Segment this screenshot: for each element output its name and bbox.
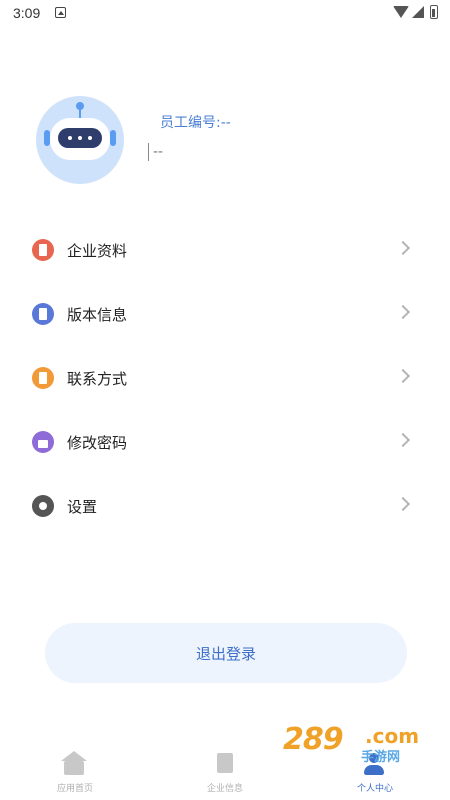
menu-item-label: 版本信息: [67, 306, 128, 324]
menu-item-label: 联系方式: [67, 370, 128, 388]
nav-label: 应用首页: [56, 784, 93, 794]
chevron-right-icon: [395, 240, 411, 256]
watermark-suffix: .com: [365, 724, 420, 748]
menu-item-change-password[interactable]: 修改密码: [0, 410, 450, 474]
nav-item-company[interactable]: 企业信息: [150, 740, 300, 800]
wifi-icon: [393, 6, 409, 18]
chevron-right-icon: [395, 432, 411, 448]
employee-name: --: [148, 143, 163, 161]
menu-item-contact[interactable]: 联系方式: [0, 346, 450, 410]
status-bar: 3:09: [0, 0, 450, 26]
menu-item-version-info[interactable]: 版本信息: [0, 282, 450, 346]
chevron-right-icon: [395, 304, 411, 320]
notification-icon: [55, 7, 66, 18]
status-time: 3:09: [13, 5, 41, 21]
menu-item-label: 设置: [67, 498, 98, 516]
lock-icon: [32, 431, 54, 453]
menu-item-label: 修改密码: [67, 434, 128, 452]
menu-item-settings[interactable]: 设置: [0, 474, 450, 538]
nav-label: 企业信息: [206, 784, 243, 794]
version-icon: [32, 303, 54, 325]
home-icon: [61, 751, 87, 775]
employee-number: 员工编号:--: [160, 115, 231, 131]
settings-icon: [32, 495, 54, 517]
robot-antenna-icon: [76, 102, 84, 110]
chevron-right-icon: [395, 496, 411, 512]
nav-item-home[interactable]: 应用首页: [0, 740, 150, 800]
building-icon: [217, 753, 233, 773]
chevron-right-icon: [395, 368, 411, 384]
watermark-number: 289: [283, 722, 344, 757]
robot-icon: [50, 118, 110, 160]
contact-icon: [32, 367, 54, 389]
company-doc-icon: [32, 239, 54, 261]
menu-item-company-info[interactable]: 企业资料: [0, 218, 450, 282]
watermark-text: 手游网: [361, 750, 401, 765]
avatar[interactable]: [36, 96, 124, 184]
logout-button[interactable]: 退出登录: [45, 623, 407, 683]
menu-item-label: 企业资料: [67, 242, 128, 260]
nav-label: 个人中心: [356, 784, 393, 794]
menu-list: 企业资料 版本信息 联系方式 修改密码 设置: [0, 218, 450, 538]
battery-icon: [430, 5, 438, 19]
signal-icon: [412, 6, 424, 18]
watermark-logo: 289 .com 手游网: [283, 722, 433, 766]
